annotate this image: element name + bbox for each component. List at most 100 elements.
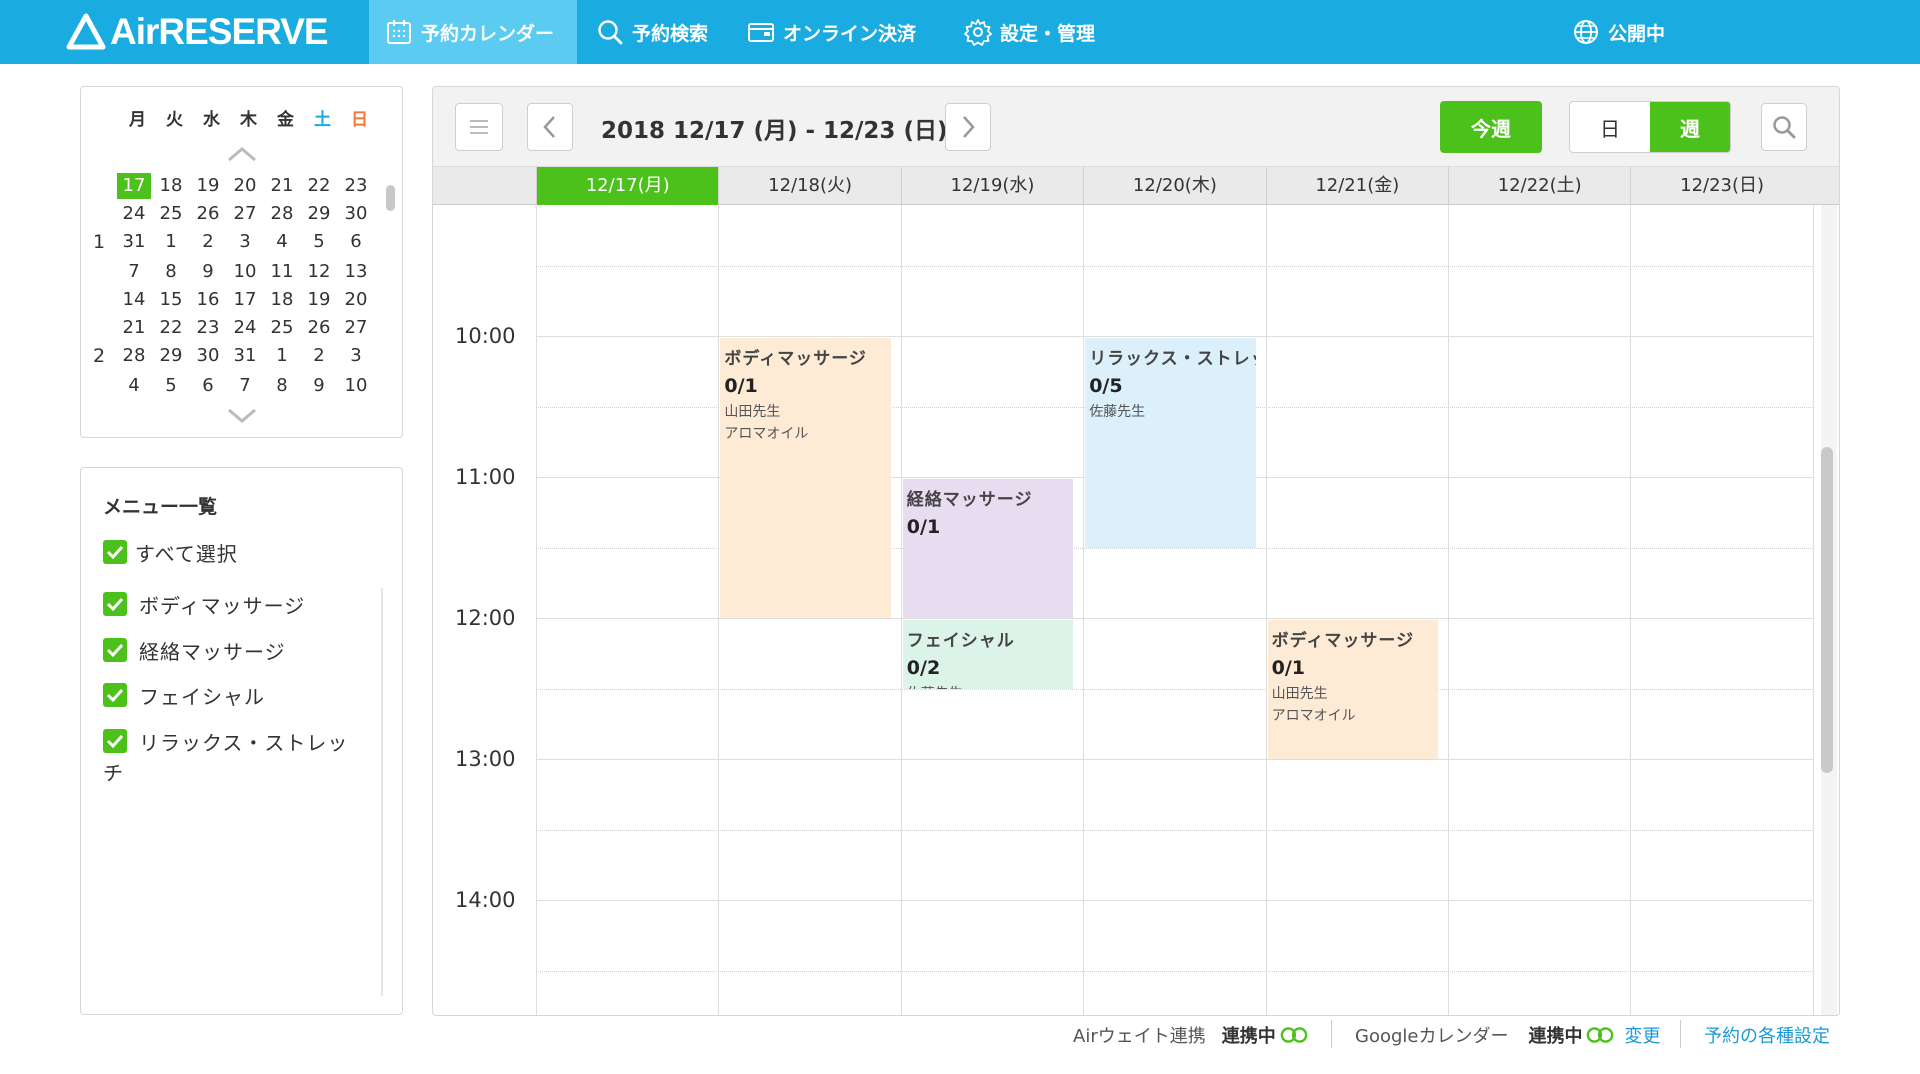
nav-reservation-search[interactable]: 予約検索 bbox=[580, 0, 724, 64]
mini-calendar-day[interactable]: 1 bbox=[154, 229, 188, 255]
mini-calendar-scrollbar[interactable] bbox=[386, 185, 395, 211]
mini-calendar-day[interactable]: 2 bbox=[302, 343, 336, 369]
reservation-event[interactable]: ボディマッサージ 0/1 山田先生 アロマオイル bbox=[1267, 620, 1438, 759]
select-all-checkbox[interactable] bbox=[103, 540, 127, 564]
mini-calendar-day[interactable]: 16 bbox=[191, 287, 225, 313]
reservation-event[interactable]: リラックス・ストレッチ 0/5 佐藤先生 bbox=[1085, 338, 1256, 548]
mini-calendar-day[interactable]: 3 bbox=[228, 229, 262, 255]
menu-checkbox-relax-stretch[interactable] bbox=[103, 729, 127, 753]
mini-calendar-day[interactable]: 9 bbox=[191, 259, 225, 285]
mini-calendar-day[interactable]: 17 bbox=[228, 287, 262, 313]
menu-list-scrollbar[interactable] bbox=[381, 588, 383, 996]
mini-calendar-day[interactable]: 12 bbox=[302, 259, 336, 285]
mini-calendar-day[interactable]: 9 bbox=[302, 373, 336, 399]
mini-calendar-day[interactable]: 20 bbox=[228, 173, 262, 199]
day-header[interactable]: 12/18(火) bbox=[718, 167, 900, 205]
mini-calendar-day[interactable]: 21 bbox=[265, 173, 299, 199]
day-header[interactable]: 12/21(金) bbox=[1265, 167, 1448, 205]
nav-settings[interactable]: 設定・管理 bbox=[948, 0, 1111, 64]
mini-calendar-week-row: 4 5 6 7 8 9 10 bbox=[81, 373, 381, 401]
day-header[interactable]: 12/19(水) bbox=[900, 167, 1083, 205]
next-week-button[interactable] bbox=[945, 103, 991, 151]
mini-calendar-day[interactable]: 10 bbox=[228, 259, 262, 285]
nav-online-payment[interactable]: オンライン決済 bbox=[731, 0, 932, 64]
mini-calendar-day[interactable]: 5 bbox=[154, 373, 188, 399]
mini-calendar-day[interactable]: 23 bbox=[191, 315, 225, 341]
reservation-event[interactable]: ボディマッサージ 0/1 山田先生 アロマオイル bbox=[720, 338, 891, 618]
day-column-divider bbox=[1812, 205, 1814, 1015]
this-week-button[interactable]: 今週 bbox=[1440, 101, 1542, 153]
mini-calendar-day[interactable]: 1 bbox=[265, 343, 299, 369]
mini-calendar-day[interactable]: 30 bbox=[191, 343, 225, 369]
mini-calendar-day[interactable]: 11 bbox=[265, 259, 299, 285]
mini-calendar-day[interactable]: 24 bbox=[117, 201, 151, 227]
mini-calendar-day[interactable]: 20 bbox=[339, 287, 373, 313]
mini-calendar-day[interactable]: 28 bbox=[265, 201, 299, 227]
menu-checkbox-body-massage[interactable] bbox=[103, 592, 127, 616]
reservation-settings-link[interactable]: 予約の各種設定 bbox=[1704, 1022, 1830, 1048]
reservation-event[interactable]: 経絡マッサージ 0/1 bbox=[902, 479, 1074, 618]
app-logo[interactable]: AirRESERVE bbox=[66, 11, 329, 52]
calendar-scrollbar-thumb[interactable] bbox=[1821, 447, 1833, 773]
nav-reservation-calendar[interactable]: 予約カレンダー bbox=[369, 0, 577, 64]
chevron-down-icon[interactable] bbox=[226, 407, 258, 425]
mini-calendar-day[interactable]: 7 bbox=[228, 373, 262, 399]
mini-calendar-day[interactable]: 29 bbox=[154, 343, 188, 369]
mini-calendar-day[interactable]: 8 bbox=[154, 259, 188, 285]
mini-calendar-day[interactable]: 4 bbox=[117, 373, 151, 399]
mini-calendar-day[interactable]: 23 bbox=[339, 173, 373, 199]
menu-checkbox-meridian-massage[interactable] bbox=[103, 638, 127, 662]
mini-calendar-day[interactable]: 30 bbox=[339, 201, 373, 227]
mini-calendar-day[interactable]: 8 bbox=[265, 373, 299, 399]
mini-calendar-day[interactable]: 26 bbox=[191, 201, 225, 227]
mini-calendar-day[interactable]: 25 bbox=[154, 201, 188, 227]
mini-calendar-day[interactable]: 19 bbox=[191, 173, 225, 199]
day-column-divider bbox=[1630, 205, 1632, 1015]
mini-calendar-day[interactable]: 14 bbox=[117, 287, 151, 313]
google-calendar-change-link[interactable]: 変更 bbox=[1624, 1022, 1660, 1048]
mini-calendar-day[interactable]: 26 bbox=[302, 315, 336, 341]
mini-calendar-day[interactable]: 18 bbox=[265, 287, 299, 313]
mini-calendar-day[interactable]: 7 bbox=[117, 259, 151, 285]
chevron-up-icon[interactable] bbox=[226, 145, 258, 163]
mini-calendar-day[interactable]: 21 bbox=[117, 315, 151, 341]
mini-calendar-day[interactable]: 29 bbox=[302, 201, 336, 227]
day-header[interactable]: 12/23(日) bbox=[1630, 167, 1812, 205]
mini-calendar-day[interactable]: 15 bbox=[154, 287, 188, 313]
hour-line bbox=[536, 618, 1813, 619]
reservation-event[interactable]: フェイシャル 0/2 佐藤先生 bbox=[902, 620, 1074, 689]
mini-calendar-day[interactable]: 27 bbox=[339, 315, 373, 341]
menu-checkbox-facial[interactable] bbox=[103, 683, 127, 707]
day-header[interactable]: 12/20(木) bbox=[1083, 167, 1265, 205]
calendar-search-button[interactable] bbox=[1761, 103, 1807, 151]
mini-calendar-day[interactable]: 6 bbox=[191, 373, 225, 399]
mini-calendar-day[interactable]: 4 bbox=[265, 229, 299, 255]
mini-calendar-day[interactable]: 22 bbox=[302, 173, 336, 199]
menu-toggle-button[interactable] bbox=[455, 103, 503, 151]
time-label: 12:00 bbox=[455, 606, 516, 630]
mini-calendar-day[interactable]: 10 bbox=[339, 373, 373, 399]
mini-calendar-day[interactable]: 3 bbox=[339, 343, 373, 369]
mini-calendar-day[interactable]: 13 bbox=[339, 259, 373, 285]
previous-week-button[interactable] bbox=[527, 103, 573, 151]
time-label: 13:00 bbox=[455, 747, 516, 771]
mini-calendar-day[interactable]: 28 bbox=[117, 343, 151, 369]
mini-calendar-day[interactable]: 19 bbox=[302, 287, 336, 313]
view-day-button[interactable]: 日 bbox=[1570, 102, 1650, 152]
mini-calendar-day[interactable]: 18 bbox=[154, 173, 188, 199]
mini-calendar-day-selected[interactable]: 17 bbox=[117, 173, 151, 199]
day-header-today[interactable]: 12/17(月) bbox=[536, 167, 719, 205]
mini-calendar-day[interactable]: 25 bbox=[265, 315, 299, 341]
half-hour-line bbox=[536, 688, 1813, 690]
publish-status[interactable]: 公開中 bbox=[1556, 0, 1681, 64]
mini-calendar-day[interactable]: 27 bbox=[228, 201, 262, 227]
mini-calendar-day[interactable]: 31 bbox=[117, 229, 151, 255]
mini-calendar-day[interactable]: 2 bbox=[191, 229, 225, 255]
mini-calendar-day[interactable]: 24 bbox=[228, 315, 262, 341]
mini-calendar-day[interactable]: 5 bbox=[302, 229, 336, 255]
view-week-button[interactable]: 週 bbox=[1650, 102, 1730, 152]
day-header[interactable]: 12/22(土) bbox=[1448, 167, 1630, 205]
mini-calendar-day[interactable]: 31 bbox=[228, 343, 262, 369]
mini-calendar-day[interactable]: 6 bbox=[339, 229, 373, 255]
mini-calendar-day[interactable]: 22 bbox=[154, 315, 188, 341]
